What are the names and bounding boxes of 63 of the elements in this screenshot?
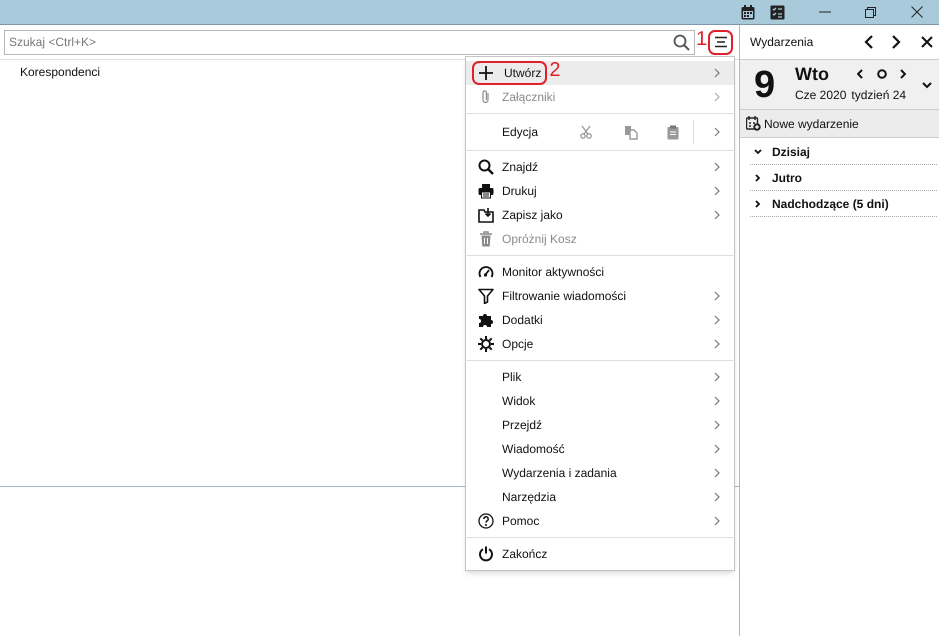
menu-item[interactable]: Widok (466, 389, 734, 413)
menu-item[interactable]: Filtrowanie wiadomości (466, 284, 734, 308)
minimize-icon[interactable] (819, 11, 831, 13)
menu-item[interactable]: Zakończ (466, 542, 734, 566)
close-icon[interactable] (911, 6, 923, 18)
week-number: tydzień 24 (851, 87, 906, 104)
menu-item[interactable]: Drukuj (466, 179, 734, 203)
menu-item[interactable]: Utwórz 2 (466, 61, 734, 85)
task-list-icon[interactable] (770, 4, 785, 20)
menu-item[interactable]: Plik (466, 365, 734, 389)
menu-item[interactable]: Dodatki (466, 308, 734, 332)
menu-item[interactable]: Wiadomość (466, 437, 734, 461)
chevron-down-icon[interactable] (922, 82, 932, 89)
menu-item[interactable]: Wydarzenia i zadania (466, 461, 734, 485)
gauge-icon (478, 264, 494, 280)
menu-item[interactable]: Edycja (466, 114, 734, 150)
plus-icon (478, 65, 494, 81)
menu-item[interactable]: Znajdź (466, 155, 734, 179)
trash-icon (478, 231, 494, 247)
next-day-icon[interactable] (900, 69, 906, 79)
menu-item[interactable]: Pomoc (466, 509, 734, 533)
previous-icon[interactable] (864, 35, 874, 49)
funnel-icon (478, 288, 494, 304)
chevron-right-icon (755, 174, 761, 182)
restore-icon[interactable] (865, 6, 876, 18)
folder-download-icon (478, 207, 494, 223)
close-icon[interactable] (921, 36, 933, 48)
scissors-icon[interactable] (580, 125, 592, 139)
pane-title: Wydarzenia (750, 34, 814, 51)
printer-icon (478, 183, 494, 199)
annotation-number: 1 (696, 29, 708, 49)
chevron-down-icon (754, 148, 762, 154)
menu-item[interactable]: Monitor aktywności (466, 260, 734, 284)
gear-icon (478, 336, 494, 352)
today-icon[interactable] (877, 69, 887, 79)
calendar-add-icon (746, 116, 761, 131)
agenda-section[interactable]: Nadchodzące (5 dni) (750, 191, 937, 217)
annotation-number: 2 (549, 60, 560, 80)
search-icon (478, 159, 494, 175)
agenda-section[interactable]: Dzisiaj (750, 139, 937, 165)
clipboard-icon[interactable] (667, 124, 679, 140)
next-icon[interactable] (891, 35, 901, 49)
new-event-button[interactable]: Nowe wydarzenie (740, 110, 939, 138)
search-field[interactable]: Szukaj <Ctrl+K> (4, 30, 695, 54)
day-number: 9 (754, 63, 776, 108)
menu-icon (714, 36, 728, 48)
power-icon (478, 546, 494, 562)
month-year: Cze 2020 (795, 87, 846, 104)
column-header[interactable]: Korespondenci (0, 63, 100, 81)
weekday: Wto (795, 62, 830, 86)
menu-button[interactable] (708, 30, 733, 54)
copy-icon[interactable] (624, 124, 638, 140)
chevron-right-icon (755, 200, 761, 208)
puzzle-piece-icon (478, 312, 494, 328)
menu-item[interactable]: Zapisz jako (466, 203, 734, 227)
menu-item[interactable]: Opcje (466, 332, 734, 356)
menu-item[interactable]: Przejdź (466, 413, 734, 437)
previous-day-icon[interactable] (857, 69, 863, 79)
menu-item[interactable]: Narzędzia (466, 485, 734, 509)
calendar-icon[interactable] (741, 4, 755, 20)
agenda-section[interactable]: Jutro (750, 165, 937, 191)
search-icon[interactable] (672, 34, 690, 50)
help-icon (478, 513, 494, 529)
